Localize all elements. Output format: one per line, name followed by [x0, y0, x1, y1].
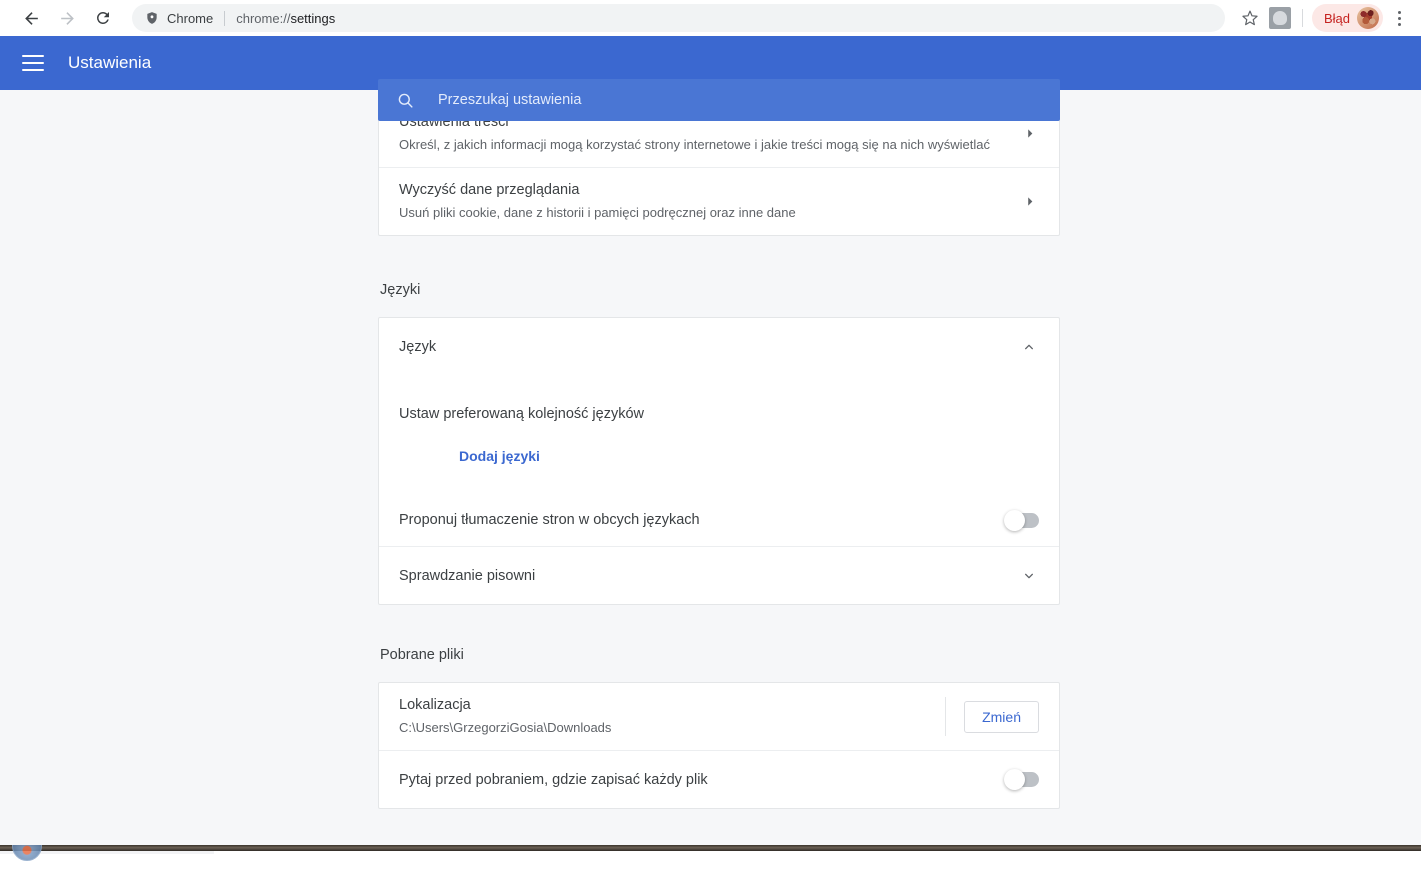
row-text-block: Sprawdzanie pisowni [399, 554, 1005, 598]
section-label-languages: Języki [380, 282, 421, 298]
add-languages-link[interactable]: Dodaj języki [399, 448, 540, 464]
row-spellcheck[interactable]: Sprawdzanie pisowni [379, 546, 1059, 604]
row-text-block: Wyczyść dane przeglądania Usuń pliki coo… [399, 168, 1007, 235]
hamburger-menu-icon[interactable] [22, 55, 46, 71]
menu-dot [1397, 22, 1401, 26]
forward-arrow-icon [60, 11, 74, 25]
desktop-taskbar-strip [0, 845, 1421, 880]
profile-error-button[interactable]: Błąd [1311, 4, 1383, 32]
row-subtitle: Określ, z jakich informacji mogą korzyst… [399, 137, 990, 152]
section-label-downloads: Pobrane pliki [380, 647, 464, 663]
security-chip-label: Chrome [167, 10, 214, 26]
row-clear-browsing-data[interactable]: Wyczyść dane przeglądania Usuń pliki coo… [379, 167, 1059, 235]
start-button-orb-icon[interactable] [12, 845, 42, 861]
profile-avatar [1357, 7, 1379, 29]
toggle-knob [1004, 769, 1025, 790]
settings-content-area: Określ, jakie treści mogą Ustawienia tre… [0, 90, 1421, 845]
row-text-block: Proponuj tłumaczenie stron w obcych języ… [399, 498, 991, 542]
row-download-location: Lokalizacja C:\Users\GrzegorziGosia\Down… [379, 683, 1059, 750]
arrow-right-icon[interactable] [1021, 125, 1039, 143]
chrome-menu-button[interactable] [1385, 3, 1413, 33]
back-arrow-icon [24, 11, 38, 25]
profile-error-label: Błąd [1323, 10, 1350, 26]
browser-toolbar: Chrome chrome://settings Błąd [0, 0, 1421, 36]
download-path-value: C:\Users\GrzegorziGosia\Downloads [399, 720, 612, 735]
arrow-right-icon[interactable] [1021, 193, 1039, 211]
taskbar-edge [0, 845, 1421, 851]
row-ask-where-to-save[interactable]: Pytaj przed pobraniem, gdzie zapisać każ… [379, 750, 1059, 808]
person-avatar-icon [1268, 7, 1291, 29]
row-offer-translation[interactable]: Proponuj tłumaczenie stron w obcych języ… [379, 494, 1059, 546]
row-title: Sprawdzanie pisowni [399, 567, 536, 584]
ask-before-download-toggle[interactable] [1004, 769, 1039, 790]
row-title: Wyczyść dane przeglądania [399, 182, 580, 198]
page-title: Ustawienia [68, 53, 152, 72]
omnibox-separator [224, 10, 226, 26]
row-title: Język [399, 339, 437, 355]
row-subtitle: Usuń pliki cookie, dane z historii i pam… [399, 205, 796, 220]
languages-card: Język Ustaw preferowaną kolejność językó… [378, 317, 1060, 605]
bookmark-star-button[interactable] [1235, 3, 1265, 33]
url-host: chrome:// [236, 10, 291, 26]
add-languages-row: Dodaj języki [379, 422, 1059, 494]
star-icon [1242, 10, 1258, 26]
row-language[interactable]: Język [379, 318, 1059, 376]
change-location-button[interactable]: Zmień [964, 700, 1039, 733]
extension-profile-icon-button[interactable] [1265, 3, 1295, 33]
translate-toggle[interactable] [1004, 509, 1039, 531]
chevron-up-icon[interactable] [1019, 337, 1039, 357]
row-title: Proponuj tłumaczenie stron w obcych języ… [399, 512, 700, 528]
row-text-block: Język [399, 325, 1005, 369]
row-vertical-divider [945, 697, 947, 736]
url-text: chrome://settings [236, 11, 335, 26]
row-text-block: Lokalizacja C:\Users\GrzegorziGosia\Down… [399, 683, 935, 750]
search-icon [394, 89, 416, 111]
menu-dot [1397, 10, 1401, 14]
language-preference-text: Ustaw preferowaną kolejność języków [399, 406, 644, 422]
chevron-down-icon[interactable] [1019, 566, 1039, 586]
toggle-knob [1004, 509, 1025, 531]
toolbar-divider [1301, 9, 1303, 27]
downloads-card: Lokalizacja C:\Users\GrzegorziGosia\Down… [378, 682, 1060, 809]
row-title: Pytaj przed pobraniem, gdzie zapisać każ… [399, 771, 708, 788]
row-text-block: Pytaj przed pobraniem, gdzie zapisać każ… [399, 758, 991, 802]
settings-header-bar: Ustawienia Przeszukaj ustawienia [0, 36, 1421, 121]
forward-button[interactable] [52, 3, 82, 33]
settings-search-box[interactable]: Przeszukaj ustawienia [378, 79, 1060, 121]
row-title: Lokalizacja [399, 697, 471, 713]
address-bar[interactable]: Chrome chrome://settings [132, 4, 1225, 32]
url-path: settings [290, 10, 336, 26]
chrome-shield-icon [144, 10, 160, 26]
back-button[interactable] [16, 3, 46, 33]
menu-dot [1397, 16, 1401, 20]
search-placeholder: Przeszukaj ustawienia [438, 92, 582, 108]
settings-content-column: Określ, jakie treści mogą Ustawienia tre… [378, 90, 1060, 845]
reload-button[interactable] [88, 3, 118, 33]
reload-icon [96, 11, 109, 24]
